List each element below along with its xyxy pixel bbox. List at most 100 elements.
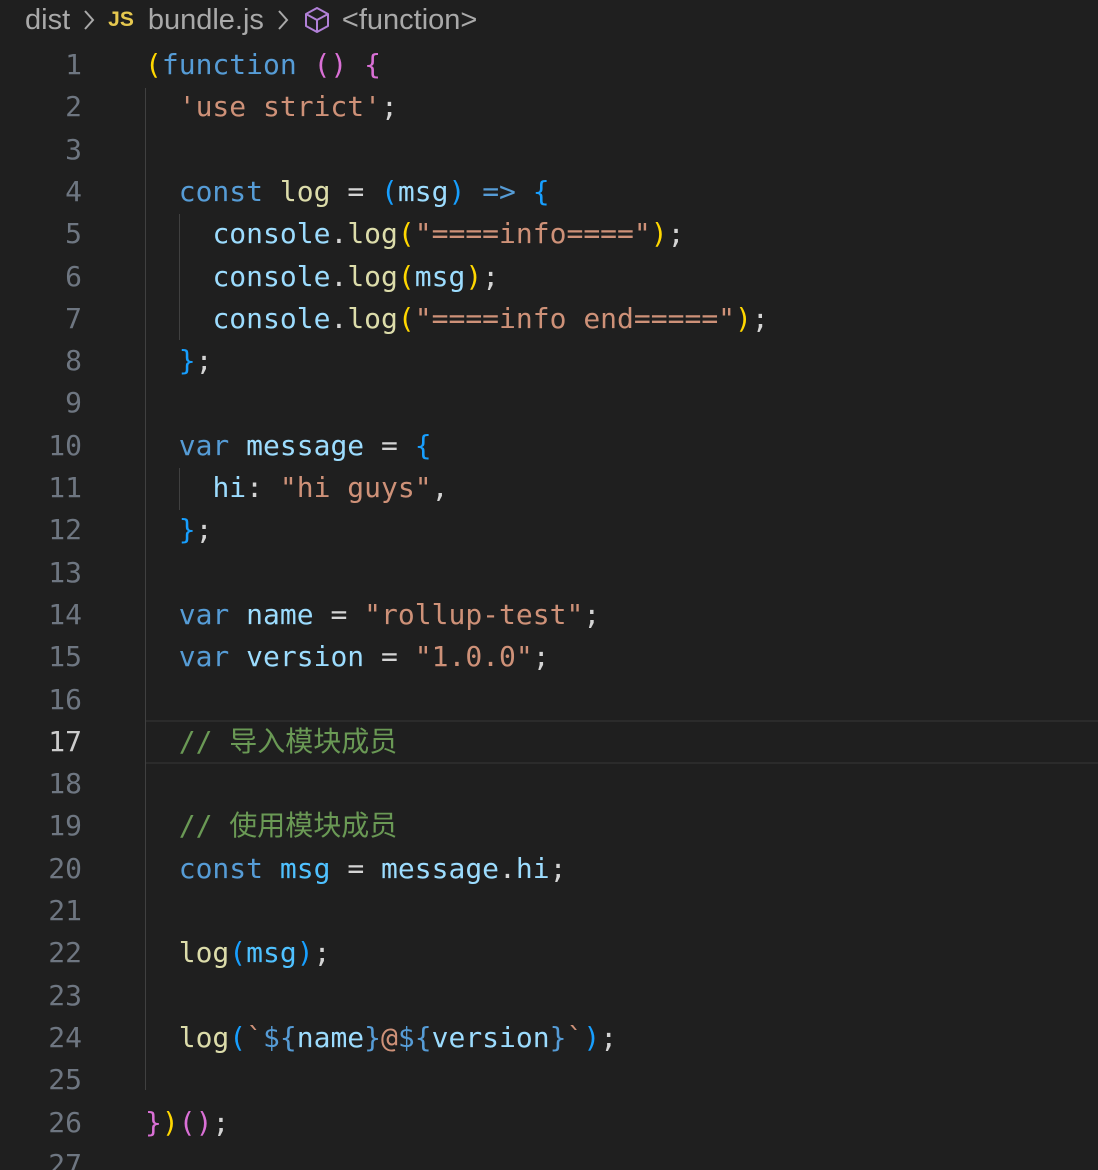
code-token: ) xyxy=(296,936,314,970)
breadcrumb-file-label: bundle.js xyxy=(147,3,264,36)
code-token: console xyxy=(212,301,331,335)
code-token: log xyxy=(347,259,398,293)
code-token: // 导入模块成员 xyxy=(178,724,398,758)
line-number: 4 xyxy=(65,174,82,208)
code-line[interactable]: 20 const msg = message.hi; xyxy=(0,848,1098,890)
code-line[interactable]: 14 var name = "rollup-test"; xyxy=(0,594,1098,636)
code-line[interactable]: 10 var message = { xyxy=(0,425,1098,467)
code-token: ( xyxy=(229,936,247,970)
line-code: })(); xyxy=(145,1102,229,1144)
code-token: ; xyxy=(600,1020,618,1054)
code-token: name xyxy=(296,1020,365,1054)
code-token: log xyxy=(279,174,331,208)
line-number: 11 xyxy=(48,471,82,504)
code-line[interactable]: 4 const log = (msg) => { xyxy=(0,171,1098,213)
code-token: . xyxy=(330,259,348,293)
code-token: var xyxy=(178,640,230,674)
code-line[interactable]: 11 hi: "hi guys", xyxy=(0,467,1098,509)
line-number: 13 xyxy=(48,555,82,589)
code-token: @ xyxy=(381,1020,398,1054)
code-token: { xyxy=(414,428,432,462)
line-number: 17 xyxy=(48,724,82,758)
code-line[interactable]: 23 xyxy=(0,975,1098,1017)
code-token: const xyxy=(178,174,264,208)
line-number: 24 xyxy=(48,1020,82,1054)
code-line[interactable]: 25 xyxy=(0,1059,1098,1101)
line-number: 7 xyxy=(65,301,82,335)
line-number: 12 xyxy=(48,513,82,547)
line-number: 1 xyxy=(65,48,82,81)
code-line[interactable]: 17 // 导入模块成员 xyxy=(0,721,1098,763)
line-code: console.log(msg); xyxy=(145,256,499,298)
code-line[interactable]: 15 var version = "1.0.0"; xyxy=(0,636,1098,678)
code-token: const xyxy=(178,851,264,885)
code-line[interactable]: 1 (function () { xyxy=(0,44,1098,86)
code-line[interactable]: 22 log(msg); xyxy=(0,932,1098,974)
code-line[interactable]: 26})(); xyxy=(0,1102,1098,1144)
code-token: var xyxy=(178,597,230,631)
editor-text-area[interactable]: 1 (function () {2 'use strict'; 3 4 const l… xyxy=(0,44,1098,1170)
line-code: const log = (msg) => { xyxy=(145,171,550,213)
code-token: name xyxy=(246,597,314,631)
code-line[interactable]: 5 console.log("====info===="); xyxy=(0,213,1098,255)
code-token: message xyxy=(381,851,500,885)
line-number: 18 xyxy=(48,767,82,801)
code-line[interactable]: 8 }; xyxy=(0,340,1098,382)
code-token: ; xyxy=(313,936,331,970)
code-line[interactable]: 24 log(`${name}@${version}`); xyxy=(0,1017,1098,1059)
code-line[interactable]: 12 }; xyxy=(0,509,1098,551)
code-token: => xyxy=(482,174,516,208)
code-line[interactable]: 21 xyxy=(0,890,1098,932)
code-token: = xyxy=(381,640,398,674)
code-token: version xyxy=(246,640,365,674)
code-token: ( xyxy=(381,174,398,208)
code-line[interactable]: 2 'use strict'; xyxy=(0,86,1098,128)
line-number: 16 xyxy=(48,682,82,716)
code-line[interactable]: 18 xyxy=(0,763,1098,805)
line-number: 20 xyxy=(48,851,82,885)
code-line[interactable]: 9 xyxy=(0,382,1098,424)
code-token: ) xyxy=(583,1020,601,1054)
code-token: ${ xyxy=(263,1020,297,1054)
code-token: ; xyxy=(195,344,213,378)
code-token: ) xyxy=(448,174,466,208)
code-line[interactable]: 16 xyxy=(0,679,1098,721)
line-code: }; xyxy=(145,509,213,551)
line-code: console.log("====info===="); xyxy=(145,213,684,255)
code-token: ; xyxy=(751,301,769,335)
code-editor-window: dist JS bundle.js <function> 1 (function … xyxy=(0,0,1098,1170)
breadcrumb-folder[interactable]: dist xyxy=(25,4,70,37)
code-token: } xyxy=(178,344,196,378)
code-token: "1.0.0" xyxy=(414,640,533,674)
code-token: = xyxy=(330,597,348,631)
line-number: 3 xyxy=(65,132,82,166)
breadcrumb-symbol[interactable]: <function> xyxy=(302,4,477,37)
code-line[interactable]: 19 // 使用模块成员 xyxy=(0,805,1098,847)
code-token: ; xyxy=(212,1105,230,1139)
line-number: 8 xyxy=(65,344,82,378)
line-number: 9 xyxy=(65,386,82,420)
code-token: } xyxy=(178,513,196,547)
code-token: ` xyxy=(566,1020,584,1054)
code-line[interactable]: 13 xyxy=(0,552,1098,594)
code-line[interactable]: 27 xyxy=(0,1144,1098,1170)
code-line[interactable]: 3 xyxy=(0,129,1098,171)
code-token: message xyxy=(246,428,365,462)
code-token: () xyxy=(313,48,348,81)
code-line[interactable]: 6 console.log(msg); xyxy=(0,256,1098,298)
code-token: "====info end=====" xyxy=(414,301,736,335)
breadcrumb-file[interactable]: JS bundle.js xyxy=(108,4,264,37)
code-line[interactable]: 7 console.log("====info end====="); xyxy=(0,298,1098,340)
